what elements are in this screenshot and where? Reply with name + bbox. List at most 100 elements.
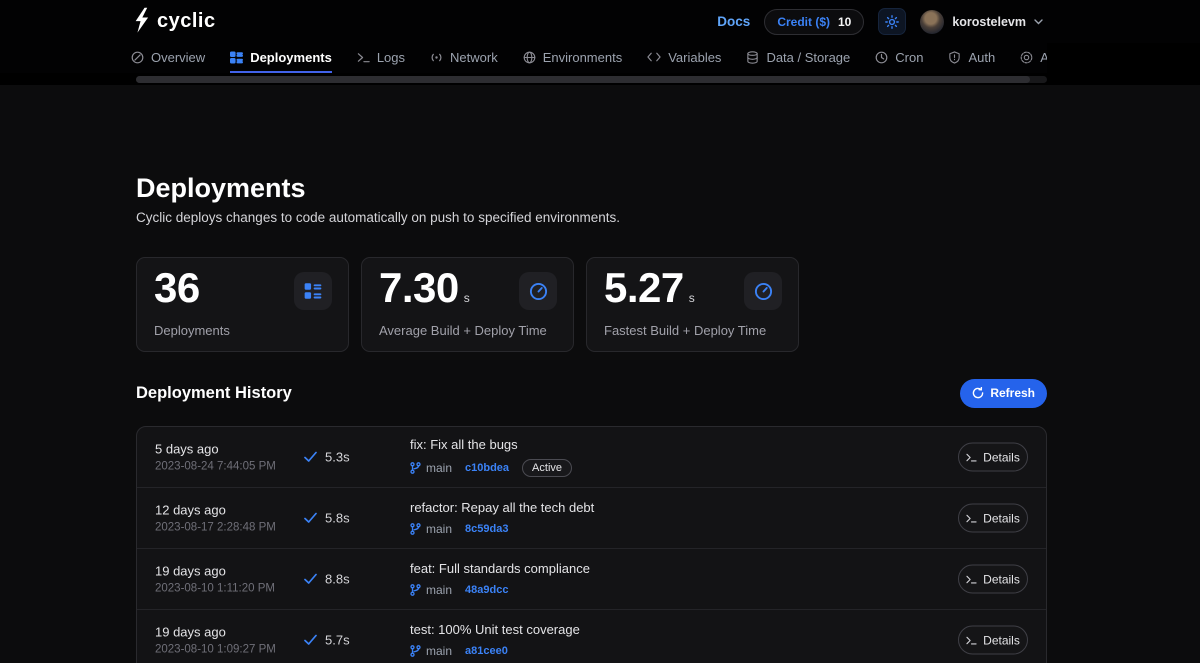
git-branch-icon [410, 584, 421, 596]
tab-data-storage[interactable]: Data / Storage [746, 43, 850, 73]
tab-label: Overview [151, 50, 205, 65]
timer-icon [754, 282, 773, 301]
stat-iconbox [294, 272, 332, 310]
code-icon [647, 51, 661, 63]
commit-hash-link[interactable]: c10bdea [465, 462, 509, 474]
tab-variables[interactable]: Variables [647, 43, 721, 73]
theme-toggle-button[interactable] [878, 8, 906, 35]
docs-link[interactable]: Docs [717, 14, 750, 29]
tab-label: Network [450, 50, 498, 65]
details-button[interactable]: Details [958, 626, 1028, 655]
deployment-commit: feat: Full standards compliance main 48a… [410, 561, 590, 597]
deployment-date: 19 days ago 2023-08-10 1:11:20 PM [155, 564, 275, 595]
page-title: Deployments [136, 173, 306, 204]
status-badge: Active [522, 459, 572, 477]
deployment-row: 12 days ago 2023-08-17 2:28:48 PM 5.8s r… [137, 487, 1046, 548]
tab-auth[interactable]: Auth [948, 43, 995, 73]
tab-label: Advanced [1040, 50, 1047, 65]
stat-iconbox [744, 272, 782, 310]
main-content: Deployments Cyclic deploys changes to co… [0, 85, 1200, 663]
tab-logs[interactable]: Logs [357, 43, 405, 73]
deployment-date: 19 days ago 2023-08-10 1:09:27 PM [155, 625, 276, 656]
timer-icon [529, 282, 548, 301]
cyclic-logo-icon [133, 7, 149, 37]
app-window: cyclic Docs Credit ($) 10 korostelevm [0, 0, 1200, 663]
deployment-duration: 5.7s [304, 633, 350, 648]
git-branch-icon [410, 462, 421, 474]
deployment-history-list: 5 days ago 2023-08-24 7:44:05 PM 5.3s fi… [136, 426, 1047, 663]
branch: main [410, 522, 452, 536]
tab-network[interactable]: Network [430, 43, 498, 73]
tab-label: Auth [968, 50, 995, 65]
check-icon [304, 635, 317, 646]
top-header: cyclic Docs Credit ($) 10 korostelevm [0, 0, 1200, 43]
check-icon [304, 574, 317, 585]
username: korostelevm [952, 15, 1026, 29]
sun-icon [885, 15, 899, 29]
branch: main [410, 583, 452, 597]
credit-badge[interactable]: Credit ($) 10 [764, 9, 864, 35]
deployment-row: 5 days ago 2023-08-24 7:44:05 PM 5.3s fi… [137, 427, 1046, 487]
deployment-row: 19 days ago 2023-08-10 1:11:20 PM 8.8s f… [137, 548, 1046, 609]
avatar [920, 10, 944, 34]
stat-card-deployments: 36 Deployments [136, 257, 349, 352]
tab-advanced[interactable]: Advanced [1020, 43, 1047, 73]
tab-deployments[interactable]: Deployments [230, 43, 332, 73]
tab-label: Logs [377, 50, 405, 65]
stat-iconbox [519, 272, 557, 310]
tab-label: Environments [543, 50, 622, 65]
deployment-duration: 8.8s [304, 572, 350, 587]
details-button[interactable]: Details [958, 504, 1028, 533]
commit-hash-link[interactable]: 8c59da3 [465, 523, 508, 535]
details-button[interactable]: Details [958, 565, 1028, 594]
terminal-icon [357, 51, 370, 64]
stat-card-average-time: 7.30s Average Build + Deploy Time [361, 257, 574, 352]
deployment-date: 5 days ago 2023-08-24 7:44:05 PM [155, 442, 276, 473]
deployment-row: 19 days ago 2023-08-10 1:09:27 PM 5.7s t… [137, 609, 1046, 663]
logo-text: cyclic [157, 10, 216, 33]
git-branch-icon [410, 645, 421, 657]
stat-card-fastest-time: 5.27s Fastest Build + Deploy Time [586, 257, 799, 352]
stat-label: Fastest Build + Deploy Time [604, 323, 766, 338]
clock-icon [875, 51, 888, 64]
horizontal-scrollbar[interactable] [136, 76, 1030, 83]
deployment-date: 12 days ago 2023-08-17 2:28:48 PM [155, 503, 276, 534]
terminal-icon [966, 452, 977, 462]
commit-hash-link[interactable]: 48a9dcc [465, 584, 508, 596]
tab-label: Data / Storage [766, 50, 850, 65]
deployment-commit: refactor: Repay all the tech debt main 8… [410, 500, 594, 536]
history-title: Deployment History [136, 384, 292, 403]
page-subtitle: Cyclic deploys changes to code automatic… [136, 210, 620, 225]
stat-value: 5.27s [604, 264, 694, 312]
refresh-icon [972, 387, 984, 399]
commit-hash-link[interactable]: a81cee0 [465, 645, 508, 657]
tab-label: Cron [895, 50, 923, 65]
topbar-right: Docs Credit ($) 10 korostelevm [717, 8, 1043, 35]
terminal-icon [966, 635, 977, 645]
logo[interactable]: cyclic [133, 7, 216, 37]
gear-icon [1020, 51, 1033, 64]
deployment-duration: 5.8s [304, 511, 350, 526]
deployment-commit: test: 100% Unit test coverage main a81ce… [410, 622, 580, 658]
broadcast-icon [430, 51, 443, 64]
shield-icon [948, 51, 961, 64]
tab-label: Variables [668, 50, 721, 65]
terminal-icon [966, 513, 977, 523]
user-menu[interactable]: korostelevm [920, 10, 1043, 34]
deployment-duration: 5.3s [304, 450, 350, 465]
branch: main [410, 461, 452, 475]
scrollbar-track[interactable] [136, 76, 1047, 83]
credit-value: 10 [838, 15, 851, 29]
details-button[interactable]: Details [958, 443, 1028, 472]
deployments-icon [230, 51, 243, 64]
tab-environments[interactable]: Environments [523, 43, 622, 73]
history-header: Deployment History Refresh [136, 376, 1047, 410]
branch: main [410, 644, 452, 658]
tab-overview[interactable]: Overview [131, 43, 205, 73]
stat-label: Deployments [154, 323, 230, 338]
globe-icon [523, 51, 536, 64]
stat-value: 7.30s [379, 264, 469, 312]
refresh-button[interactable]: Refresh [960, 379, 1047, 408]
tab-cron[interactable]: Cron [875, 43, 923, 73]
deployments-icon [304, 282, 322, 300]
